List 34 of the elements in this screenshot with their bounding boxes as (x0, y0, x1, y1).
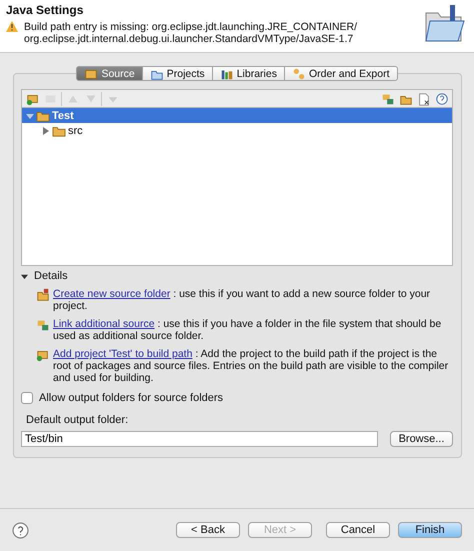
link-tool-icon (380, 92, 394, 106)
warning-icon (6, 21, 18, 32)
help-icon[interactable] (12, 522, 29, 538)
dialog-button[interactable]: < Back (176, 522, 240, 538)
tree-item[interactable]: Test (22, 108, 452, 123)
output-folder-field[interactable]: Test/bin (21, 431, 378, 447)
tab[interactable]: Order and Export (284, 66, 398, 81)
dialog-button[interactable]: Cancel (326, 522, 390, 538)
checkbox-label: Allow output folders for source folders (39, 392, 224, 404)
detail-link[interactable]: Create new source folder (53, 288, 170, 300)
create-folder-icon (36, 288, 50, 302)
help-tool-icon (434, 92, 448, 106)
expanded-arrow-icon[interactable] (21, 272, 28, 280)
tab[interactable]: Projects (142, 66, 213, 81)
detail-text: Add project 'Test' to build path : Add the project to the build path if the project is the root of packages and source files. Entries on the build path are visible to the compiler and used for building. (53, 348, 450, 384)
checkbox[interactable] (21, 392, 33, 404)
detail-text: Link additional source : use this if you have a folder in the file system that should be used as additional source folder. (53, 318, 442, 342)
details-label: Details (34, 270, 68, 282)
collapsed-arrow-icon[interactable] (42, 126, 50, 134)
tree-item[interactable]: src (22, 123, 452, 138)
add-folder-icon (36, 348, 50, 362)
field-label: Default output folder: (26, 414, 130, 426)
folder-icon (36, 110, 50, 122)
dialog-title: Java Settings (6, 3, 84, 17)
folder-icon (424, 3, 466, 43)
tab[interactable]: Source (76, 66, 143, 81)
dialog-button[interactable]: Finish (398, 522, 462, 538)
warning-message: Build path entry is missing: org.eclipse.jdt.launching.JRE_CONTAINER/ org.eclipse.jdt.internal.debug.ui.launcher.StandardVMType/JavaSE-1.7 (24, 21, 358, 45)
detail-text: Create new source folder : use this if you want to add a new source folder to your project. (53, 288, 432, 312)
link-folder-icon (36, 318, 50, 332)
tab[interactable]: Libraries (212, 66, 285, 81)
detail-link[interactable]: Link additional source (53, 318, 155, 330)
detail-link[interactable]: Add project 'Test' to build path (53, 348, 192, 360)
browse-button[interactable]: Browse... (390, 431, 453, 447)
